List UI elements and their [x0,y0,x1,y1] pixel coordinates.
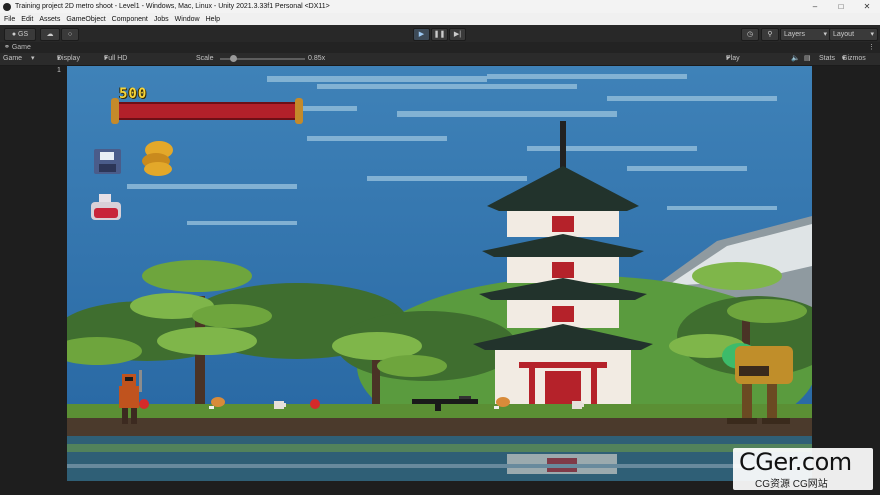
window-title-bar: Training project 2D metro shoot - Level1… [0,0,880,13]
collab-button[interactable]: ○ [61,28,79,41]
account-label: GS [18,31,29,38]
watermark-subtitle: CG资源 CG网站 [755,479,828,490]
history-button[interactable]: ◷ [741,28,759,41]
scale-value: 0.85x [308,55,326,62]
layout-label: Layout [833,31,855,38]
history-icon: ◷ [746,31,754,38]
chevron-down-icon: ▾ [104,55,108,62]
coin-stack-icon [142,141,173,176]
chevron-down-icon: ▾ [726,55,730,62]
layers-dropdown[interactable]: Layers ▾ [780,28,831,41]
play-button[interactable]: ▶ [413,28,430,41]
mute-audio-icon[interactable]: 🔈 [791,53,800,65]
dirt-ground [67,418,812,436]
coin-counter: 500 [119,86,148,102]
layers-label: Layers [784,31,806,38]
scale-slider-knob[interactable] [229,55,237,62]
watermark-title: CGer.com [739,448,852,476]
stats-button[interactable]: Stats [819,53,835,65]
game-viewport[interactable] [67,66,812,481]
chevron-down-icon: ▾ [842,55,846,62]
account-button[interactable]: ● GS [4,28,36,41]
main-toolbar: ● GS ☁ ○ ▶ ❚❚ ▶| ◷ ⚲ Layers ▾ Layout ▾ [0,25,880,43]
close-icon[interactable]: ✕ [854,0,880,13]
game-tab-row: ⚭ Game ⋮ [0,42,880,53]
menu-window[interactable]: Window [175,16,200,23]
more-options-icon[interactable]: ⋮ [868,42,875,53]
scale-label: Scale [196,55,214,62]
apple-pickup [139,399,149,409]
menu-jobs[interactable]: Jobs [154,16,169,23]
water-reflection [67,436,812,481]
tab-game-label: Game [11,44,31,51]
game-controller-icon: ⚭ [4,44,10,51]
search-button[interactable]: ⚲ [761,28,779,41]
view-select-label: Game [3,55,23,62]
game-view-toolbar: Game ▾ Display 1 ▾ Full HD (1920x1080) ▾… [0,53,880,74]
menu-assets[interactable]: Assets [39,16,60,23]
chevron-down-icon: ▾ [823,31,827,38]
window-title: Training project 2D metro shoot - Level1… [15,3,330,10]
apple-pickup [310,399,320,409]
menu-file[interactable]: File [4,16,15,23]
game-scene [67,66,812,481]
unity-logo-icon [3,2,11,11]
tab-game[interactable]: ⚭ Game [4,42,31,53]
cloud-button[interactable]: ☁ [40,28,60,41]
search-icon: ⚲ [767,31,773,38]
health-bar-fill [117,104,297,118]
cloud-icon: ☁ [46,31,54,38]
play-icon: ▶ [418,31,425,38]
menu-component[interactable]: Component [112,16,148,23]
pause-button[interactable]: ❚❚ [431,28,448,41]
layout-dropdown[interactable]: Layout ▾ [829,28,878,41]
minimize-icon[interactable]: – [802,0,828,13]
chevron-down-icon: ▾ [870,31,874,38]
collab-icon: ○ [67,31,73,38]
step-icon: ▶| [453,31,462,38]
menu-gameobject[interactable]: GameObject [66,16,105,23]
vsync-icon[interactable]: ▤ [804,53,811,65]
menu-edit[interactable]: Edit [21,16,33,23]
menu-help[interactable]: Help [206,16,220,23]
step-button[interactable]: ▶| [449,28,466,41]
chevron-down-icon: ▾ [57,55,61,62]
scale-slider[interactable] [220,55,305,62]
watermark: CGer.com CG资源 CG网站 [733,448,873,490]
maximize-icon[interactable]: □ [828,0,854,13]
account-icon: ● [11,31,17,38]
save-icon[interactable] [94,149,121,174]
pause-icon: ❚❚ [433,31,446,38]
chevron-down-icon: ▾ [31,55,35,62]
